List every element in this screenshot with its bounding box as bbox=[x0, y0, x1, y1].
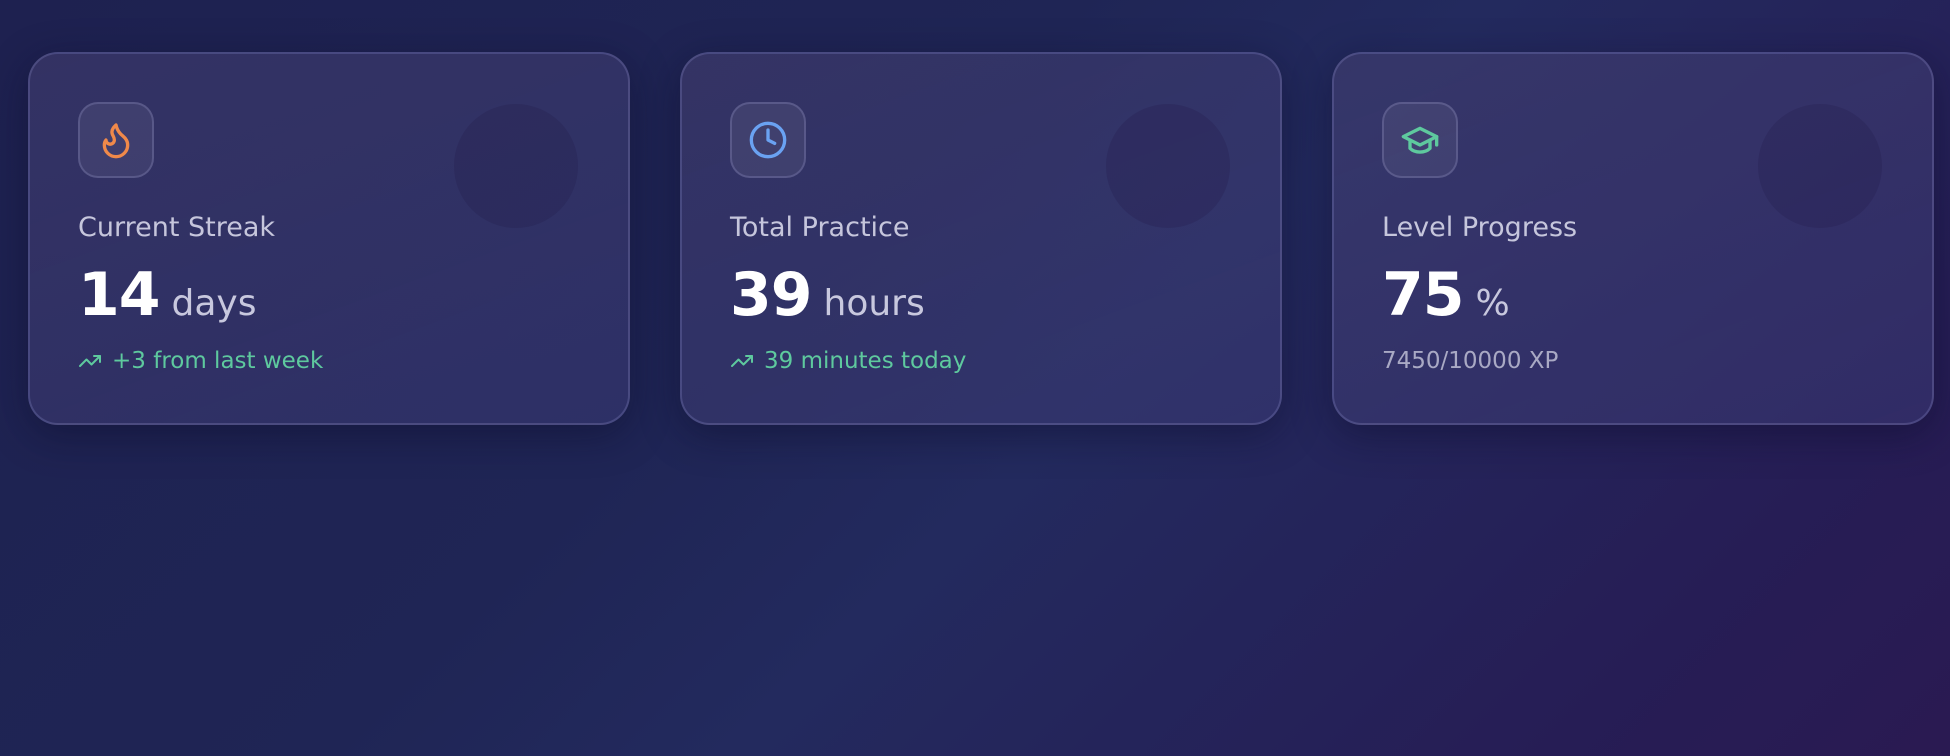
card-label: Total Practice bbox=[730, 212, 910, 243]
card-decoration bbox=[1106, 104, 1230, 228]
stat-number: 75 bbox=[1382, 260, 1464, 330]
xp-progress-text: 7450/10000 XP bbox=[1382, 348, 1559, 374]
trending-up-icon bbox=[730, 349, 754, 373]
flame-icon bbox=[78, 102, 154, 178]
stat-value: 14 days bbox=[78, 260, 256, 330]
stat-number: 39 bbox=[730, 260, 812, 330]
stat-unit: hours bbox=[823, 283, 925, 324]
stat-footer: 7450/10000 XP bbox=[1382, 348, 1558, 374]
card-decoration bbox=[1758, 104, 1882, 228]
level-progress-card: Level Progress 75 % 7450/10000 XP bbox=[1332, 52, 1934, 425]
total-practice-card: Total Practice 39 hours 39 minutes today bbox=[680, 52, 1282, 425]
current-streak-card: Current Streak 14 days +3 from last week bbox=[28, 52, 630, 425]
stats-cards: Current Streak 14 days +3 from last week… bbox=[28, 52, 1934, 425]
clock-icon bbox=[730, 102, 806, 178]
stat-footer: 39 minutes today bbox=[730, 348, 966, 374]
stat-value: 39 hours bbox=[730, 260, 925, 330]
card-label: Current Streak bbox=[78, 212, 276, 243]
card-label: Level Progress bbox=[1382, 212, 1578, 243]
stat-number: 14 bbox=[78, 260, 160, 330]
graduation-cap-icon bbox=[1382, 102, 1458, 178]
stat-value: 75 % bbox=[1382, 260, 1510, 330]
footer-text: 39 minutes today bbox=[764, 348, 967, 374]
stat-unit: days bbox=[171, 283, 257, 324]
stat-unit: % bbox=[1475, 283, 1510, 324]
footer-text: +3 from last week bbox=[112, 348, 324, 374]
card-decoration bbox=[454, 104, 578, 228]
stat-footer: +3 from last week bbox=[78, 348, 323, 374]
trending-up-icon bbox=[78, 349, 102, 373]
